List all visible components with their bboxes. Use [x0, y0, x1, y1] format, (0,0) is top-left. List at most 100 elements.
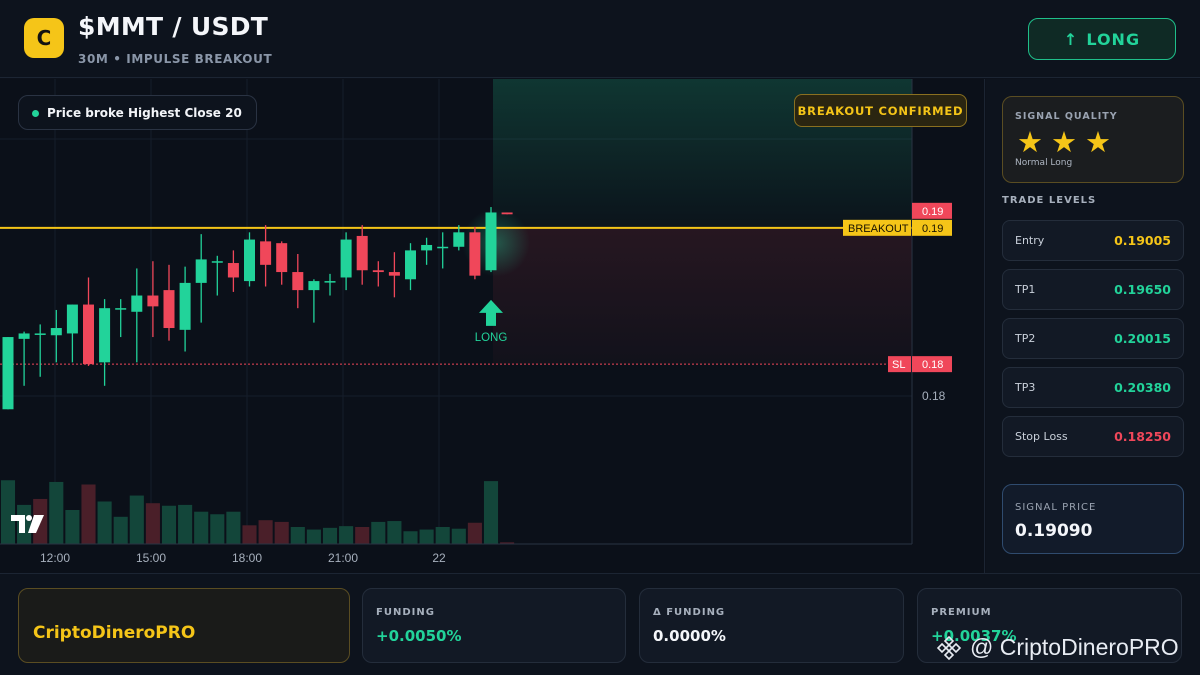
price-broke-badge: Price broke Highest Close 20 — [18, 95, 257, 130]
breakout-tag-label: BREAKOUT — [848, 223, 909, 235]
last-price-tag: 0.19 — [912, 202, 952, 219]
signal-quality-label: SIGNAL QUALITY — [1015, 111, 1118, 122]
time-tick-label: 15:00 — [136, 551, 166, 565]
price-axis-label: 0.18 — [922, 389, 946, 403]
star-icon: ★ — [1017, 125, 1043, 159]
candle-body — [437, 246, 449, 249]
long-signal-button[interactable]: ↑ LONG — [1028, 18, 1176, 60]
header: C $MMT / USDT 30M • IMPULSE BREAKOUT ↑ L… — [0, 0, 1200, 78]
candle-body — [163, 290, 175, 329]
app-logo: C — [24, 18, 64, 58]
candle-body — [388, 272, 400, 276]
time-tick-label: 12:00 — [40, 551, 70, 565]
stop-loss-tag: SL 0.18 — [888, 356, 952, 373]
candle-body — [324, 281, 336, 283]
candle-body — [211, 261, 223, 263]
chart-canvas[interactable]: 12:00 15:00 18:00 21:00 22 BREAKOUT 0.19 0.1… — [0, 79, 985, 573]
breakout-tag-value: 0.19 — [922, 223, 943, 235]
signal-sidebar: SIGNAL QUALITY ★ ★ ★ Normal Long TRADE LEV… — [986, 79, 1200, 573]
candle-body — [308, 281, 320, 291]
candle-body — [276, 243, 288, 273]
candle-body — [18, 333, 30, 339]
stop-loss-tag-label: SL — [892, 359, 905, 371]
brand-name: CriptoDineroPRO — [33, 623, 196, 643]
volume-bar — [97, 501, 112, 544]
volume-bar — [258, 520, 273, 544]
star-icon: ★ — [1051, 125, 1077, 159]
trade-level-value: 0.19650 — [1114, 282, 1171, 297]
trade-level-row: Entry 0.19005 — [1002, 220, 1184, 261]
quality-stars: ★ ★ ★ — [1017, 123, 1111, 161]
candle-body — [195, 259, 207, 283]
volume-bar — [467, 522, 482, 544]
time-tick-label: 18:00 — [232, 551, 262, 565]
volume-bar — [322, 527, 338, 544]
trade-level-value: 0.20015 — [1114, 331, 1171, 346]
stop-loss-tag-value: 0.18 — [922, 359, 943, 371]
candle-body — [356, 235, 368, 271]
candle-body — [244, 239, 255, 282]
volume-bar — [65, 510, 80, 544]
volume-bar — [129, 495, 144, 544]
volume-bar — [242, 525, 257, 544]
candle-body — [83, 304, 94, 365]
candle-body — [292, 272, 304, 291]
candle-body — [227, 263, 239, 278]
candle-body — [453, 232, 465, 247]
volume-bar — [194, 511, 209, 544]
volume-bar — [435, 527, 450, 544]
candle-body — [115, 308, 127, 310]
candles — [2, 207, 513, 410]
signal-quality-card: SIGNAL QUALITY ★ ★ ★ Normal Long — [1002, 96, 1184, 183]
price-chart[interactable]: 12:00 15:00 18:00 21:00 22 BREAKOUT 0.19 0.1… — [0, 79, 985, 573]
last-price-value: 0.19 — [922, 206, 943, 218]
brand-card: CriptoDineroPRO — [18, 588, 350, 663]
long-signal-label: LONG — [475, 332, 508, 344]
time-tick-label: 21:00 — [328, 551, 358, 565]
candle-body — [501, 212, 513, 215]
volume-bars — [0, 480, 515, 544]
volume-bar — [483, 481, 499, 544]
binance-icon — [936, 635, 962, 660]
candle-body — [372, 270, 384, 273]
breakout-confirmed-badge: BREAKOUT CONFIRMED — [794, 94, 967, 127]
timeframe-strategy-label: 30M • IMPULSE BREAKOUT — [78, 52, 273, 66]
status-dot-icon — [32, 110, 39, 117]
candle-body — [485, 212, 497, 271]
candle-body — [99, 308, 111, 363]
trade-level-row: TP1 0.19650 — [1002, 269, 1184, 310]
volume-bar — [451, 528, 466, 544]
trade-level-row: Stop Loss 0.18250 — [1002, 416, 1184, 457]
watermark-text: @ CriptoDineroPRO — [970, 634, 1179, 660]
volume-bar — [210, 514, 225, 544]
volume-bar — [161, 505, 177, 544]
volume-bar — [387, 521, 402, 544]
funding-label: FUNDING — [376, 607, 435, 618]
candle-body — [469, 232, 481, 276]
tradingview-logo-icon[interactable] — [10, 513, 46, 535]
trade-level-row: TP3 0.20380 — [1002, 367, 1184, 408]
volume-bar — [306, 529, 321, 544]
volume-bar — [49, 481, 64, 544]
volume-bar — [403, 531, 418, 544]
delta-funding-value: 0.0000% — [653, 627, 726, 645]
trade-level-label: TP3 — [1015, 381, 1036, 394]
signal-price-label: SIGNAL PRICE — [1015, 502, 1097, 513]
volume-bar — [290, 527, 305, 544]
volume-bar — [81, 484, 96, 544]
stop-loss-zone — [493, 227, 912, 365]
volume-bar — [113, 516, 128, 544]
trade-level-value: 0.19005 — [1114, 233, 1171, 248]
funding-value: +0.0050% — [376, 627, 462, 645]
candle-body — [66, 304, 78, 334]
trade-level-label: Stop Loss — [1015, 430, 1068, 443]
candle-body — [260, 241, 272, 265]
trade-level-label: TP2 — [1015, 332, 1036, 345]
time-tick-label: 22 — [432, 551, 446, 565]
arrow-up-icon: ↑ — [1063, 29, 1079, 49]
trade-level-value: 0.20380 — [1114, 380, 1171, 395]
candle-body — [2, 337, 14, 410]
candle-body — [147, 295, 159, 307]
candle-body — [131, 295, 143, 312]
volume-bar — [274, 521, 289, 544]
